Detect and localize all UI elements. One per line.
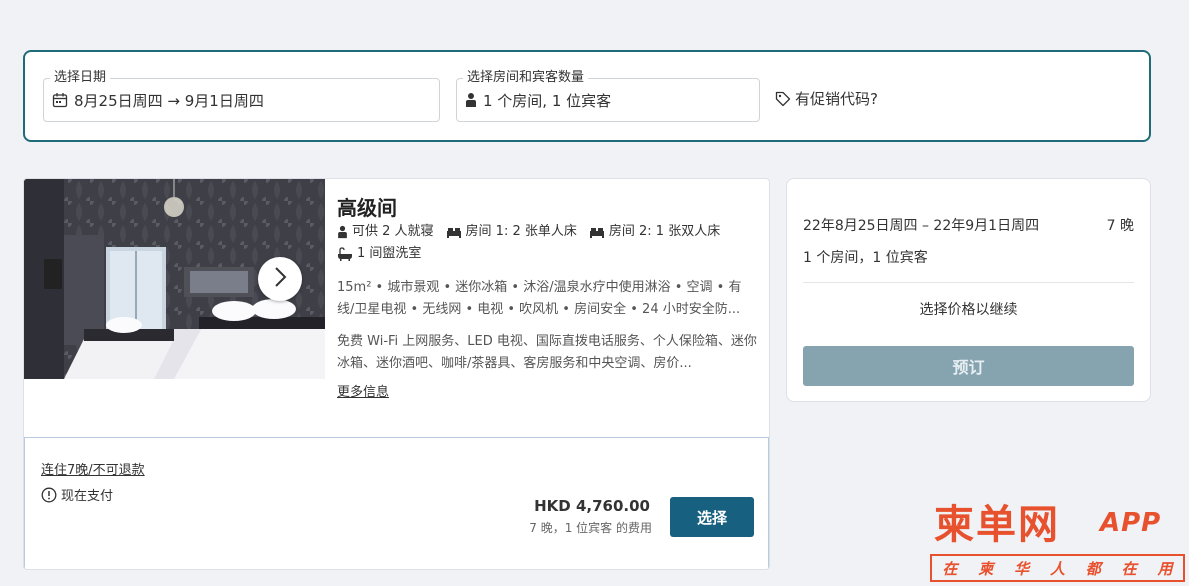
watermark-app: APP	[1100, 508, 1162, 538]
date-value: 8月25日周四 → 9月1日周四	[74, 91, 264, 110]
bed-icon	[589, 226, 605, 238]
watermark-main: 柬单网	[934, 502, 1060, 548]
tag-icon	[775, 91, 791, 107]
person-icon	[337, 225, 348, 239]
rate-price: HKD 4,760.00	[534, 497, 650, 515]
rate-price-note: 7 晚，1 位宾客 的费用	[529, 521, 652, 535]
chevron-right-icon	[273, 266, 287, 292]
room-amenities: 15m² • 城市景观 • 迷你冰箱 • 沐浴/温泉水疗中使用淋浴 • 空调 •…	[337, 280, 742, 317]
date-picker-field[interactable]: 选择日期 8月25日周四 → 9月1日周四	[43, 69, 440, 122]
more-info-link[interactable]: 更多信息	[337, 381, 389, 400]
feature-room-2-beds: 房间 2: 1 张双人床	[589, 221, 720, 243]
calendar-icon	[52, 92, 68, 108]
summary-dates: 22年8月25日周四 – 22年9月1日周四	[803, 218, 1040, 234]
summary-prompt: 选择价格以继续	[919, 302, 1018, 318]
bed-icon	[446, 226, 462, 238]
book-button[interactable]: 预订	[803, 346, 1134, 386]
rooms-legend: 选择房间和宾客数量	[463, 69, 589, 87]
feature-bathrooms: 1 间盥洗室	[337, 243, 421, 265]
booking-summary: 22年8月25日周四 – 22年9月1日周四 7 晚 1 个房间，1 位宾客 选…	[786, 178, 1151, 402]
bathtub-icon	[337, 247, 353, 261]
rate-name-link[interactable]: 连住7晚/不可退款	[41, 459, 145, 478]
watermark-slogan: 在 柬 华 人 都 在 用	[930, 554, 1185, 582]
promo-code-link[interactable]: 有促销代码?	[775, 88, 878, 109]
rooms-guests-field[interactable]: 选择房间和宾客数量 1 个房间, 1 位宾客	[456, 69, 760, 122]
room-features: 可供 2 人就寝 房间 1: 2 张单人床 房间 2: 1 张双人床 1 间盥洗…	[337, 221, 757, 265]
summary-guests: 1 个房间，1 位宾客	[803, 250, 928, 266]
select-rate-button[interactable]: 选择	[670, 497, 754, 537]
info-circle-icon	[41, 487, 57, 503]
room-info: 高级间 可供 2 人就寝 房间 1: 2 张单人床 房间 2: 1 张双人床 1…	[337, 195, 757, 400]
carousel-next-button[interactable]	[258, 257, 302, 301]
room-card: 高级间 可供 2 人就寝 房间 1: 2 张单人床 房间 2: 1 张双人床 1…	[23, 178, 770, 570]
pay-now-info: 现在支付	[41, 485, 113, 504]
search-bar: 选择日期 8月25日周四 → 9月1日周四 选择房间和宾客数量 1 个房间, 1…	[23, 50, 1151, 142]
feature-room-1-beds: 房间 1: 2 张单人床	[446, 221, 577, 243]
person-icon	[465, 92, 477, 108]
feature-occupancy: 可供 2 人就寝	[337, 221, 434, 243]
watermark-logo: 柬单网 APP 在 柬 华 人 都 在 用	[930, 500, 1185, 584]
room-services: 免费 Wi-Fi 上网服务、LED 电视、国际直拨电话服务、个人保险箱、迷你冰箱…	[337, 334, 757, 371]
room-title: 高级间	[337, 196, 397, 220]
promo-label: 有促销代码?	[795, 90, 878, 108]
date-legend: 选择日期	[50, 69, 111, 87]
rate-option: 连住7晚/不可退款 现在支付 HKD 4,760.00 7 晚，1 位宾客 的费…	[24, 437, 769, 569]
pay-now-label: 现在支付	[61, 489, 114, 504]
rooms-value: 1 个房间, 1 位宾客	[483, 91, 612, 110]
room-photo	[24, 179, 325, 379]
summary-nights: 7 晚	[1106, 218, 1134, 234]
summary-divider	[803, 282, 1134, 283]
